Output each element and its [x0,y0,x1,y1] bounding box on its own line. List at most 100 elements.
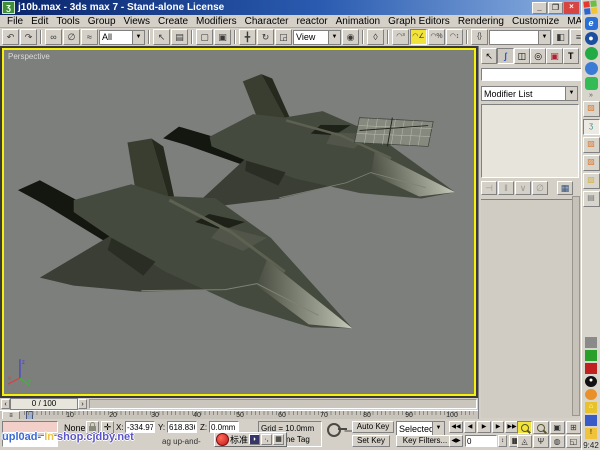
tray-red-app-icon[interactable] [585,363,597,374]
menu-group[interactable]: Group [84,16,120,27]
menu-file[interactable]: File [3,16,27,27]
select-object-button[interactable]: ↖ [153,29,170,45]
select-by-name-button[interactable]: ▤ [171,29,188,45]
mirror-button[interactable]: ◧ [552,29,569,45]
select-and-manipulate-button[interactable]: ◊ [367,29,384,45]
menu-edit[interactable]: Edit [27,16,52,27]
hierarchy-tab[interactable]: ◫ [514,48,530,64]
quicklaunch-chevron-icon[interactable]: » [589,92,593,99]
window-crossing-toggle-button[interactable]: ▣ [214,29,231,45]
quicklaunch-ie-icon[interactable]: e [585,17,598,30]
pin-stack-button[interactable]: ⊣ [481,181,497,195]
ime-fullhalf-toggle-icon[interactable]: ◗ [249,434,260,445]
current-frame-field[interactable] [465,435,497,447]
angle-snap-toggle-button[interactable]: ◠∠ [410,29,427,45]
y-coordinate-field[interactable] [167,421,197,433]
taskbar-window-folder[interactable]: ▨ [583,173,600,189]
menu-tools[interactable]: Tools [52,16,83,27]
close-button[interactable]: × [564,2,579,14]
select-and-move-button[interactable]: ╋ [239,29,256,45]
taskbar-window-image3[interactable]: ▨ [583,155,600,171]
modifier-list-dropdown[interactable]: Modifier List ▼ [481,86,578,101]
previous-frame-button[interactable]: ◀ [464,421,476,433]
percent-snap-toggle-button[interactable]: ◠% [428,29,445,45]
app-icon[interactable]: ʒ [2,1,15,14]
tray-device-icon[interactable] [585,337,597,348]
field-of-view-button[interactable]: ◬ [517,435,532,448]
time-slider-track[interactable] [89,399,477,409]
named-selection-sets-dropdown[interactable]: ▼ [489,30,551,45]
menu-create[interactable]: Create [154,16,192,27]
create-tab[interactable]: ↖ [481,48,497,64]
perspective-viewport[interactable]: Perspective [2,48,476,396]
arc-rotate-button[interactable]: ◍ [550,435,565,448]
taskbar-window-printer[interactable]: ▤ [583,191,600,207]
quicklaunch-msn-icon[interactable] [585,62,598,75]
reference-coordinate-dropdown[interactable]: View▼ [293,30,341,45]
select-and-scale-button[interactable]: ◲ [275,29,292,45]
tray-qq-penguin-icon[interactable]: ● [585,376,597,387]
configure-modifier-sets-button[interactable]: ▦ [557,181,573,195]
frame-spinner[interactable]: ↕ [498,435,507,447]
pan-view-button[interactable]: Ψ [533,435,548,448]
rectangular-selection-region-button[interactable]: ▢ [196,29,213,45]
restore-button[interactable]: ❐ [548,2,563,14]
bind-to-space-warp-button[interactable]: ≈ [81,29,98,45]
auto-key-button[interactable]: Auto Key [352,421,394,433]
tray-green-icon[interactable] [585,350,597,361]
menu-modifiers[interactable]: Modifiers [192,16,241,27]
taskbar-window-3dsmax[interactable]: ʒ [583,119,600,135]
select-and-rotate-button[interactable]: ↻ [257,29,274,45]
edit-named-selection-sets-button[interactable]: {} [471,29,488,45]
previous-frame-arrow[interactable]: ‹ [1,399,10,409]
tray-warning-icon[interactable]: ! [585,428,597,439]
min-max-toggle-button[interactable]: ◱ [566,435,581,448]
set-key-button[interactable]: Set Key [352,435,390,447]
track-bar[interactable]: ≡ 10 20 30 40 50 60 70 80 90 100 [0,410,478,419]
tray-blue-icon[interactable] [585,415,597,426]
menu-customize[interactable]: Customize [508,16,563,27]
quicklaunch-qq-icon[interactable] [585,47,598,60]
show-end-result-button[interactable]: ‖ [498,181,514,195]
select-and-link-button[interactable]: ∞ [45,29,62,45]
menu-reactor[interactable]: reactor [293,16,332,27]
undo-button[interactable]: ↶ [2,29,19,45]
utilities-tab[interactable]: T [563,48,579,64]
next-frame-button[interactable]: ▶ [492,421,504,433]
panel-scrollbar[interactable] [572,196,580,416]
quicklaunch-media-player-icon[interactable]: ● [585,32,598,45]
redo-button[interactable]: ↷ [20,29,37,45]
zoom-extents-button[interactable]: ▣ [550,421,565,434]
motion-tab[interactable]: ◎ [530,48,546,64]
menu-rendering[interactable]: Rendering [454,16,508,27]
menu-animation[interactable]: Animation [332,16,384,27]
menu-graph-editors[interactable]: Graph Editors [384,16,454,27]
display-tab[interactable]: ▣ [546,48,562,64]
zoom-all-button[interactable] [533,421,548,434]
make-unique-button[interactable]: ∨ [515,181,531,195]
minimize-button[interactable]: _ [532,2,547,14]
menu-character[interactable]: Character [241,16,293,27]
taskbar-window-image2[interactable]: ▨ [583,137,600,153]
key-selection-dropdown[interactable]: Selected▼ [396,421,445,436]
play-animation-button[interactable]: ▶ [477,421,491,433]
ime-punctuation-icon[interactable]: ·, [261,434,272,445]
next-frame-arrow[interactable]: › [78,399,87,409]
go-to-start-button[interactable]: ◀◀ [449,421,463,433]
ime-logo-icon[interactable] [216,433,229,446]
menu-views[interactable]: Views [120,16,155,27]
spinner-snap-toggle-button[interactable]: ◠↕ [446,29,463,45]
set-keys-button[interactable] [327,423,341,439]
taskbar-window-image1[interactable]: ▨ [583,101,600,117]
tray-orange-ball-icon[interactable] [585,389,597,400]
modify-tab[interactable]: ʃ [497,48,513,64]
selection-filter-dropdown[interactable]: All▼ [99,30,145,45]
ime-soft-keyboard-icon[interactable]: ▦ [273,434,284,445]
snap-toggle-3d-button[interactable]: ◠³ [392,29,409,45]
zoom-button[interactable] [517,421,532,434]
modifier-stack-list[interactable] [481,104,579,178]
tray-lock-icon[interactable]: ⌂ [585,402,597,413]
remove-modifier-button[interactable]: ∅ [532,181,548,195]
time-slider-handle[interactable]: 0 / 100 [10,398,78,410]
ime-mode-label[interactable]: 标准 [230,433,248,446]
